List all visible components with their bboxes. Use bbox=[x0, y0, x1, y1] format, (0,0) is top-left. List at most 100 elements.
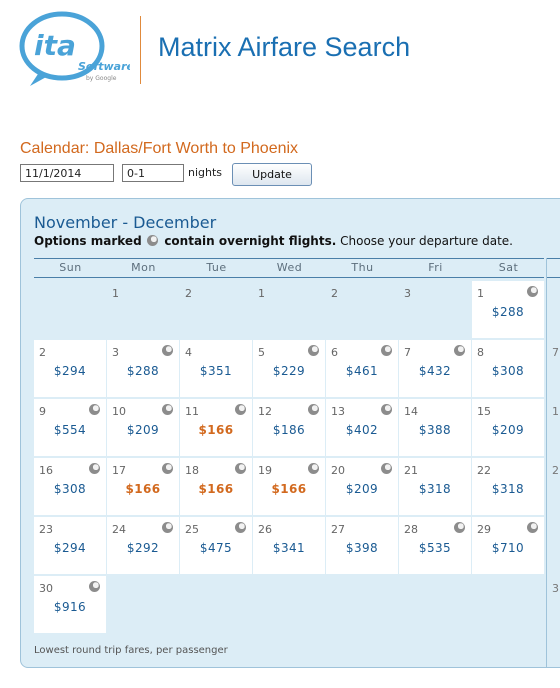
weekday-thu: Thu bbox=[351, 261, 374, 274]
overnight-moon-icon bbox=[308, 404, 319, 415]
calendar-day-cell[interactable]: 25 $475 bbox=[180, 517, 252, 574]
fare-link[interactable]: $535 bbox=[399, 541, 471, 555]
day-number: 22 bbox=[477, 464, 491, 477]
fare-link[interactable]: $294 bbox=[34, 364, 106, 378]
overnight-moon-icon bbox=[89, 463, 100, 474]
overnight-moon-icon bbox=[527, 286, 538, 297]
fare-link[interactable]: $475 bbox=[180, 541, 252, 555]
overnight-moon-icon bbox=[162, 345, 173, 356]
calendar-day-cell[interactable]: 8 $308 bbox=[472, 340, 544, 397]
fare-link[interactable]: $432 bbox=[399, 364, 471, 378]
fare-link[interactable]: $916 bbox=[34, 600, 106, 614]
day-number: 29 bbox=[477, 523, 491, 536]
app-title: Matrix Airfare Search bbox=[158, 32, 411, 62]
fare-link[interactable]: $294 bbox=[34, 541, 106, 555]
calendar-day-cell[interactable]: 22 $318 bbox=[472, 458, 544, 515]
month-title: November - December bbox=[34, 213, 217, 232]
nights-input[interactable] bbox=[122, 164, 184, 182]
fare-link[interactable]: $186 bbox=[253, 423, 325, 437]
fare-link[interactable]: $292 bbox=[107, 541, 179, 555]
day-number: 13 bbox=[331, 405, 345, 418]
fare-link[interactable]: $398 bbox=[326, 541, 398, 555]
fare-link[interactable]: $288 bbox=[472, 305, 544, 319]
fare-link[interactable]: $554 bbox=[34, 423, 106, 437]
calendar-day-cell[interactable]: 21 $318 bbox=[399, 458, 471, 515]
fare-link[interactable]: $388 bbox=[399, 423, 471, 437]
calendar-day-cell[interactable]: 6 $461 bbox=[326, 340, 398, 397]
calendar-day-cell[interactable]: 26 $341 bbox=[253, 517, 325, 574]
lowest-fare-link[interactable]: $166 bbox=[180, 482, 252, 496]
calendar-blank-cell bbox=[253, 576, 325, 633]
calendar-blank-cell: 3 bbox=[399, 281, 471, 338]
calendar-day-cell[interactable]: 7 $432 bbox=[399, 340, 471, 397]
lowest-fare-link[interactable]: $166 bbox=[253, 482, 325, 496]
calendar-day-cell[interactable]: 19 $166 bbox=[253, 458, 325, 515]
calendar-day-cell[interactable]: 30 $916 bbox=[34, 576, 106, 633]
fare-link[interactable]: $308 bbox=[472, 364, 544, 378]
overnight-moon-icon bbox=[235, 522, 246, 533]
calendar-day-cell[interactable]: 1 $288 bbox=[472, 281, 544, 338]
departure-date-input[interactable] bbox=[20, 164, 114, 182]
overnight-legend: Options marked contain overnight flights… bbox=[34, 234, 513, 248]
calendar-blank-cell bbox=[326, 576, 398, 633]
fare-link[interactable]: $341 bbox=[253, 541, 325, 555]
calendar-blank-cell: 1 bbox=[253, 281, 325, 338]
calendar-day-cell[interactable]: 5 $229 bbox=[253, 340, 325, 397]
calendar-day-cell[interactable]: 13 $402 bbox=[326, 399, 398, 456]
day-number: 1 bbox=[258, 287, 265, 300]
lowest-fare-link[interactable]: $166 bbox=[180, 423, 252, 437]
calendar-day-cell[interactable]: 9 $554 bbox=[34, 399, 106, 456]
fare-link[interactable]: $461 bbox=[326, 364, 398, 378]
calendar-day-cell[interactable]: 18 $166 bbox=[180, 458, 252, 515]
weekday-tue: Tue bbox=[206, 261, 227, 274]
calendar-day-cell[interactable]: 27 $398 bbox=[326, 517, 398, 574]
fare-link[interactable]: $209 bbox=[326, 482, 398, 496]
fare-link[interactable]: $288 bbox=[107, 364, 179, 378]
overnight-moon-icon bbox=[235, 404, 246, 415]
calendar-day-cell[interactable]: 15 $209 bbox=[472, 399, 544, 456]
calendar-day-cell[interactable]: 3 $288 bbox=[107, 340, 179, 397]
calendar-day-cell[interactable]: 11 $166 bbox=[180, 399, 252, 456]
day-number: 19 bbox=[258, 464, 272, 477]
fare-link[interactable]: $351 bbox=[180, 364, 252, 378]
fare-link[interactable]: $209 bbox=[472, 423, 544, 437]
overnight-moon-icon bbox=[147, 235, 159, 246]
calendar-day-cell[interactable]: 17 $166 bbox=[107, 458, 179, 515]
weekday-sat: Sat bbox=[498, 261, 519, 274]
overnight-moon-icon bbox=[308, 345, 319, 356]
logo-sub: Software bbox=[78, 60, 130, 73]
calendar-day-cell[interactable]: 20 $209 bbox=[326, 458, 398, 515]
fare-link[interactable]: $318 bbox=[472, 482, 544, 496]
calendar-day-cell[interactable]: 29 $710 bbox=[472, 517, 544, 574]
calendar-day-cell[interactable]: 24 $292 bbox=[107, 517, 179, 574]
calendar-day-cell[interactable]: 2 $294 bbox=[34, 340, 106, 397]
legend-text-3: Choose your departure date. bbox=[340, 234, 513, 248]
fare-link[interactable]: $308 bbox=[34, 482, 106, 496]
fare-link[interactable]: $229 bbox=[253, 364, 325, 378]
fare-link[interactable]: $318 bbox=[399, 482, 471, 496]
day-number: 10 bbox=[112, 405, 126, 418]
fare-link[interactable]: $209 bbox=[107, 423, 179, 437]
calendar-day-cell[interactable]: 16 $308 bbox=[34, 458, 106, 515]
overnight-moon-icon bbox=[89, 404, 100, 415]
calendar-day-cell[interactable]: 10 $209 bbox=[107, 399, 179, 456]
fare-link[interactable]: $710 bbox=[472, 541, 544, 555]
lowest-fare-link[interactable]: $166 bbox=[107, 482, 179, 496]
overnight-moon-icon bbox=[162, 463, 173, 474]
overnight-moon-icon bbox=[381, 463, 392, 474]
overnight-moon-icon bbox=[381, 345, 392, 356]
day-number: 9 bbox=[39, 405, 46, 418]
calendar-blank-cell: 1 bbox=[107, 281, 179, 338]
update-button[interactable]: Update bbox=[232, 163, 312, 186]
calendar-day-cell[interactable]: 14 $388 bbox=[399, 399, 471, 456]
day-number: 4 bbox=[185, 346, 192, 359]
calendar-day-cell[interactable]: 28 $535 bbox=[399, 517, 471, 574]
day-number: 25 bbox=[185, 523, 199, 536]
calendar-day-cell[interactable]: 12 $186 bbox=[253, 399, 325, 456]
legend-text-2: contain overnight flights. bbox=[164, 234, 337, 248]
fare-link[interactable]: $402 bbox=[326, 423, 398, 437]
calendar-day-cell[interactable]: 23 $294 bbox=[34, 517, 106, 574]
overnight-moon-icon bbox=[162, 404, 173, 415]
calendar-day-cell[interactable]: 4 $351 bbox=[180, 340, 252, 397]
logo-text: ita bbox=[34, 29, 76, 62]
